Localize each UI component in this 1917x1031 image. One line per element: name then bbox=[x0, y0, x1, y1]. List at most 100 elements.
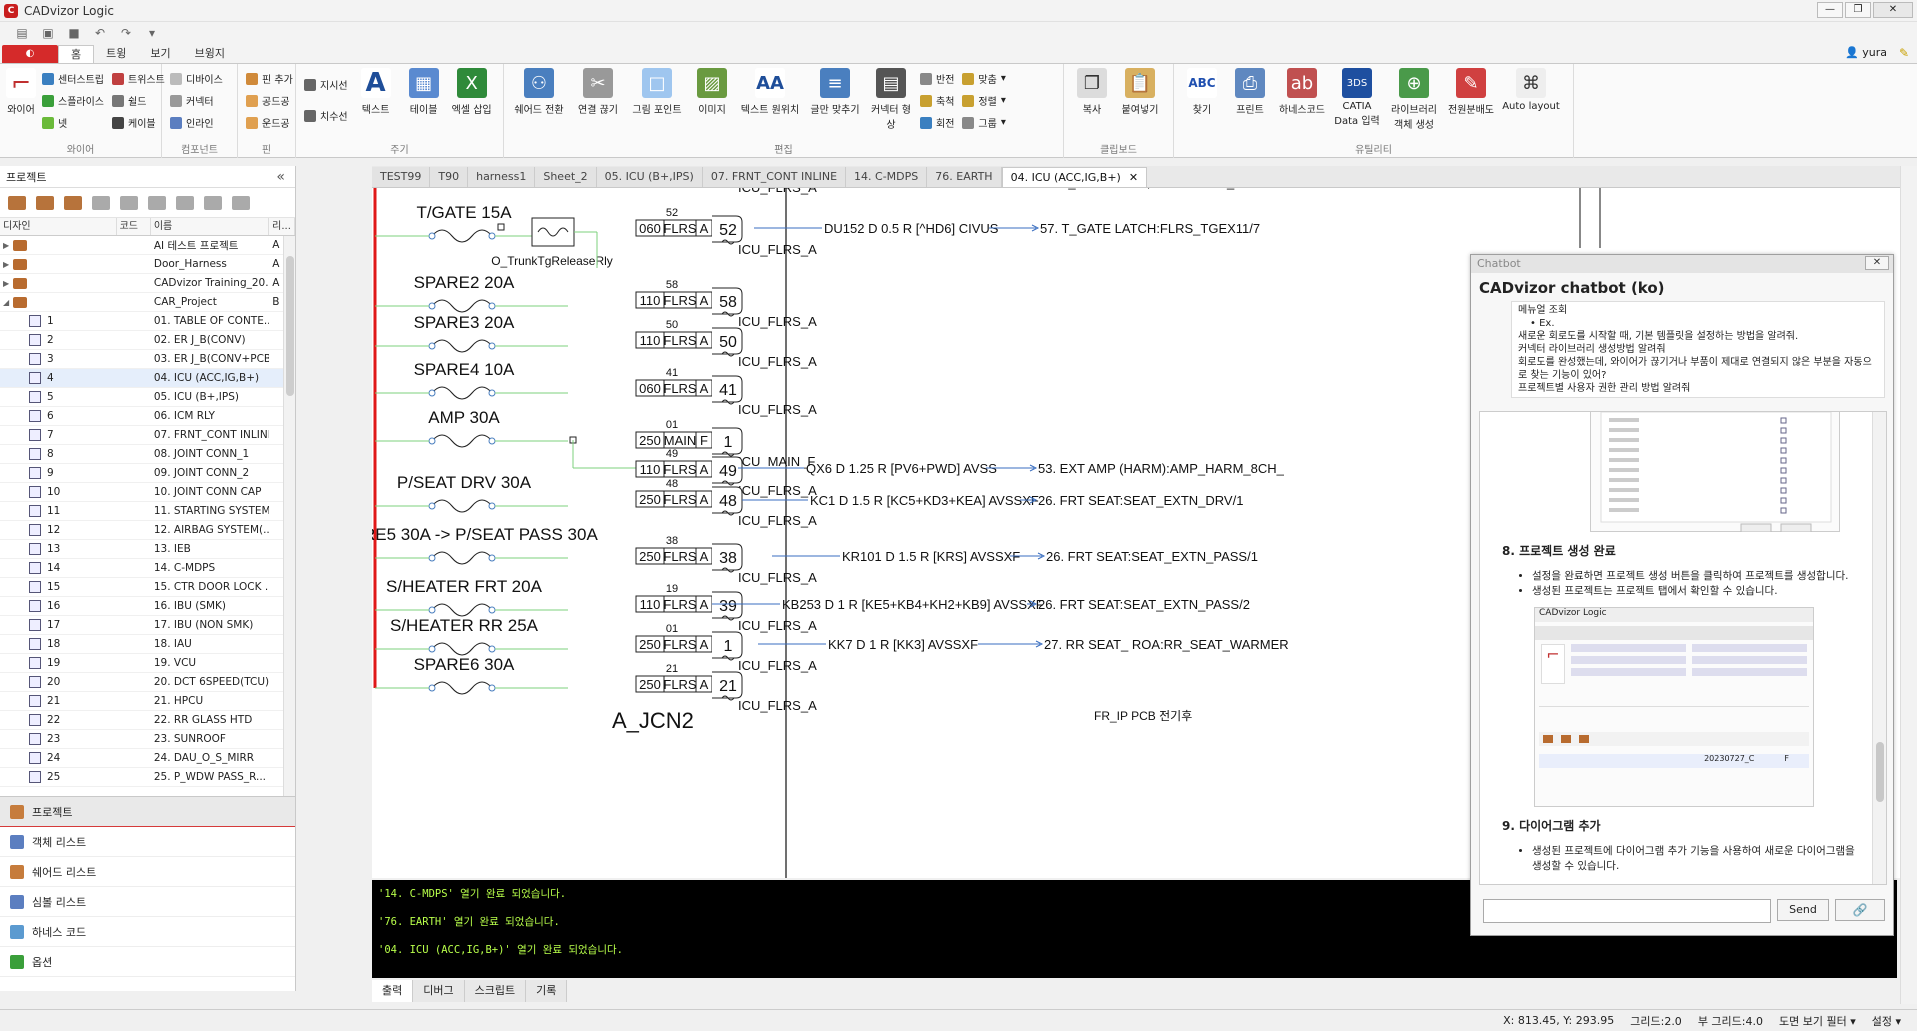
app-menu-button[interactable]: ◐ bbox=[2, 45, 58, 63]
diagram-row[interactable]: 16 16. IBU (SMK) bbox=[0, 597, 295, 616]
tab-debug[interactable]: 디버그 bbox=[413, 980, 465, 1002]
chatbot-scrollbar[interactable] bbox=[1872, 412, 1886, 884]
diagram-row[interactable]: 1 01. TABLE OF CONTE... bbox=[0, 312, 295, 331]
diagram-row[interactable]: 9 09. JOINT CONN_2 bbox=[0, 464, 295, 483]
nav-item[interactable]: 하네스 코드 bbox=[0, 917, 295, 947]
diagram-row[interactable]: 19 19. VCU bbox=[0, 654, 295, 673]
document-tab[interactable]: T90 bbox=[430, 167, 469, 187]
hint-line[interactable]: 새로운 회로도를 시작할 때, 기본 템플릿을 설정하는 방법을 알려줘. bbox=[1518, 330, 1878, 343]
document-tab[interactable]: 14. C-MDPS bbox=[846, 167, 928, 187]
diagram-row[interactable]: 7 07. FRNT_CONT INLINE bbox=[0, 426, 295, 445]
scale-button[interactable]: 축척 bbox=[920, 92, 954, 109]
tab-output[interactable]: 출력 bbox=[372, 980, 414, 1002]
cable-button[interactable]: 케이블 bbox=[112, 114, 165, 131]
tab-history[interactable]: 기록 bbox=[526, 980, 568, 1002]
document-tab[interactable]: harness1 bbox=[468, 167, 536, 187]
diagram-row[interactable]: 13 13. IEB bbox=[0, 540, 295, 559]
project-disabled2-icon[interactable] bbox=[120, 195, 138, 210]
group-button[interactable]: 그룹 ▾ bbox=[962, 114, 1006, 131]
dimension-button[interactable]: 치수선 bbox=[304, 107, 348, 124]
qat-dropdown-icon[interactable]: ▾ bbox=[144, 26, 160, 40]
connector-button[interactable]: 커넥터 bbox=[170, 92, 223, 109]
twist-button[interactable]: 트위스트 bbox=[112, 70, 165, 87]
scrollbar-thumb[interactable] bbox=[286, 256, 294, 396]
header-name[interactable]: 이름 bbox=[151, 218, 270, 235]
settings-dropdown[interactable]: 설정 ▾ bbox=[1872, 1013, 1901, 1029]
expand-icon[interactable]: ◢ bbox=[3, 298, 13, 307]
project-disabled-icon[interactable] bbox=[92, 195, 110, 210]
tab-view[interactable]: 보기 bbox=[138, 45, 182, 63]
flip-button[interactable]: 반전 bbox=[920, 70, 954, 87]
diagram-row[interactable]: 18 18. IAU bbox=[0, 635, 295, 654]
hint-line[interactable]: 프로젝트별 사용자 권한 관리 방법 알려줘 bbox=[1518, 382, 1878, 395]
project-row[interactable]: ◢ CAR_Project B bbox=[0, 293, 295, 312]
document-tab[interactable]: 76. EARTH bbox=[927, 167, 1002, 187]
pin-option1-button[interactable]: 공드공 bbox=[246, 92, 293, 109]
chatbot-close-button[interactable]: ✕ bbox=[1865, 256, 1889, 270]
diagram-row[interactable]: 12 12. AIRBAG SYSTEM(... bbox=[0, 521, 295, 540]
diagram-row[interactable]: 5 05. ICU (B+,IPS) bbox=[0, 388, 295, 407]
nav-item[interactable]: 심볼 리스트 bbox=[0, 887, 295, 917]
leader-button[interactable]: 지시선 bbox=[304, 76, 348, 93]
diagram-row[interactable]: 4 04. ICU (ACC,IG,B+) bbox=[0, 369, 295, 388]
diagram-row[interactable]: 11 11. STARTING SYSTEM bbox=[0, 502, 295, 521]
attach-button[interactable]: 🔗 bbox=[1835, 899, 1885, 921]
pin-option2-button[interactable]: 운드공 bbox=[246, 114, 293, 131]
nav-item[interactable]: 옵션 bbox=[0, 947, 295, 977]
tab-trace[interactable]: 트윙 bbox=[94, 45, 138, 63]
header-rev[interactable]: 리... bbox=[269, 218, 295, 235]
document-tab[interactable]: 05. ICU (B+,IPS) bbox=[596, 167, 703, 187]
chatbot-scroll-thumb[interactable] bbox=[1876, 742, 1884, 802]
tab-home[interactable]: 홈 bbox=[58, 45, 95, 63]
diagram-row[interactable]: 17 17. IBU (NON SMK) bbox=[0, 616, 295, 635]
nav-item[interactable]: 객체 리스트 bbox=[0, 827, 295, 857]
hint-line[interactable]: 커넥터 라이브러리 생성방법 알려줘 bbox=[1518, 343, 1878, 356]
undo-icon[interactable]: ↶ bbox=[92, 26, 108, 40]
collapse-panel-icon[interactable]: « bbox=[276, 169, 285, 185]
shield-button[interactable]: 쉴드 bbox=[112, 92, 165, 109]
redo-icon[interactable]: ↷ bbox=[118, 26, 134, 40]
net-button[interactable]: 넷 bbox=[42, 114, 104, 131]
device-button[interactable]: 디바이스 bbox=[170, 70, 223, 87]
pin-ribbon-icon[interactable]: ✎ bbox=[1899, 46, 1909, 60]
diagram-row[interactable]: 15 15. CTR DOOR LOCK ... bbox=[0, 578, 295, 597]
diagram-row[interactable]: 20 20. DCT 6SPEED(TCU) bbox=[0, 673, 295, 692]
splice-button[interactable]: 스플라이스 bbox=[42, 92, 104, 109]
main-vertical-scrollbar[interactable] bbox=[1900, 166, 1917, 1004]
add-pin-button[interactable]: 핀 추가 bbox=[246, 70, 293, 87]
settings-project-icon[interactable] bbox=[232, 195, 250, 210]
expand-icon[interactable]: ▶ bbox=[3, 279, 13, 288]
project-grid-scrollbar[interactable] bbox=[283, 236, 295, 796]
align-button[interactable]: 정렬 ▾ bbox=[962, 92, 1006, 109]
expand-icon[interactable]: ▶ bbox=[3, 241, 13, 250]
document-tab[interactable]: 04. ICU (ACC,IG,B+) ✕ bbox=[1001, 167, 1148, 187]
document-tab[interactable]: TEST99 bbox=[372, 167, 431, 187]
inline-button[interactable]: 인라인 bbox=[170, 114, 223, 131]
print-project-icon[interactable] bbox=[204, 195, 222, 210]
diagram-row[interactable]: 25 25. P_WDW PASS_R... bbox=[0, 768, 295, 787]
diagram-row[interactable]: 3 03. ER J_B(CONV+PCB) bbox=[0, 350, 295, 369]
rotate-button[interactable]: 회전 bbox=[920, 114, 954, 131]
tab-script[interactable]: 스크립트 bbox=[464, 980, 527, 1002]
diagram-row[interactable]: 22 22. RR GLASS HTD bbox=[0, 711, 295, 730]
open-project-icon[interactable] bbox=[36, 195, 54, 210]
list-view-icon[interactable] bbox=[148, 195, 166, 210]
expand-icon[interactable]: ▶ bbox=[3, 260, 13, 269]
new-project-icon[interactable] bbox=[8, 195, 26, 210]
save-icon[interactable]: ■ bbox=[66, 26, 82, 40]
new-file-icon[interactable]: ▤ bbox=[14, 26, 30, 40]
diagram-row[interactable]: 8 08. JOINT CONN_1 bbox=[0, 445, 295, 464]
send-button[interactable]: Send bbox=[1777, 899, 1829, 921]
diagram-view-icon[interactable] bbox=[176, 195, 194, 210]
tab-extra[interactable]: 브윙지 bbox=[183, 45, 237, 63]
project-row[interactable]: ▶ CADvizor Training_20... A bbox=[0, 274, 295, 293]
nav-item[interactable]: 프로젝트 bbox=[0, 797, 295, 827]
hint-line[interactable]: 회로도를 완성했는데, 와이어가 끊기거나 부품이 제대로 연결되지 않은 부분… bbox=[1518, 356, 1878, 382]
fit-button[interactable]: 맞춤 ▾ bbox=[962, 70, 1006, 87]
document-tab[interactable]: 07. FRNT_CONT INLINE bbox=[702, 167, 847, 187]
diagram-row[interactable]: 6 06. ICM RLY bbox=[0, 407, 295, 426]
maximize-button[interactable]: ❐ bbox=[1845, 2, 1871, 18]
project-row[interactable]: ▶ AI 테스트 프로젝트 A bbox=[0, 236, 295, 255]
chatbot-input[interactable] bbox=[1483, 899, 1771, 923]
diagram-row[interactable]: 24 24. DAU_O_S_MIRR bbox=[0, 749, 295, 768]
